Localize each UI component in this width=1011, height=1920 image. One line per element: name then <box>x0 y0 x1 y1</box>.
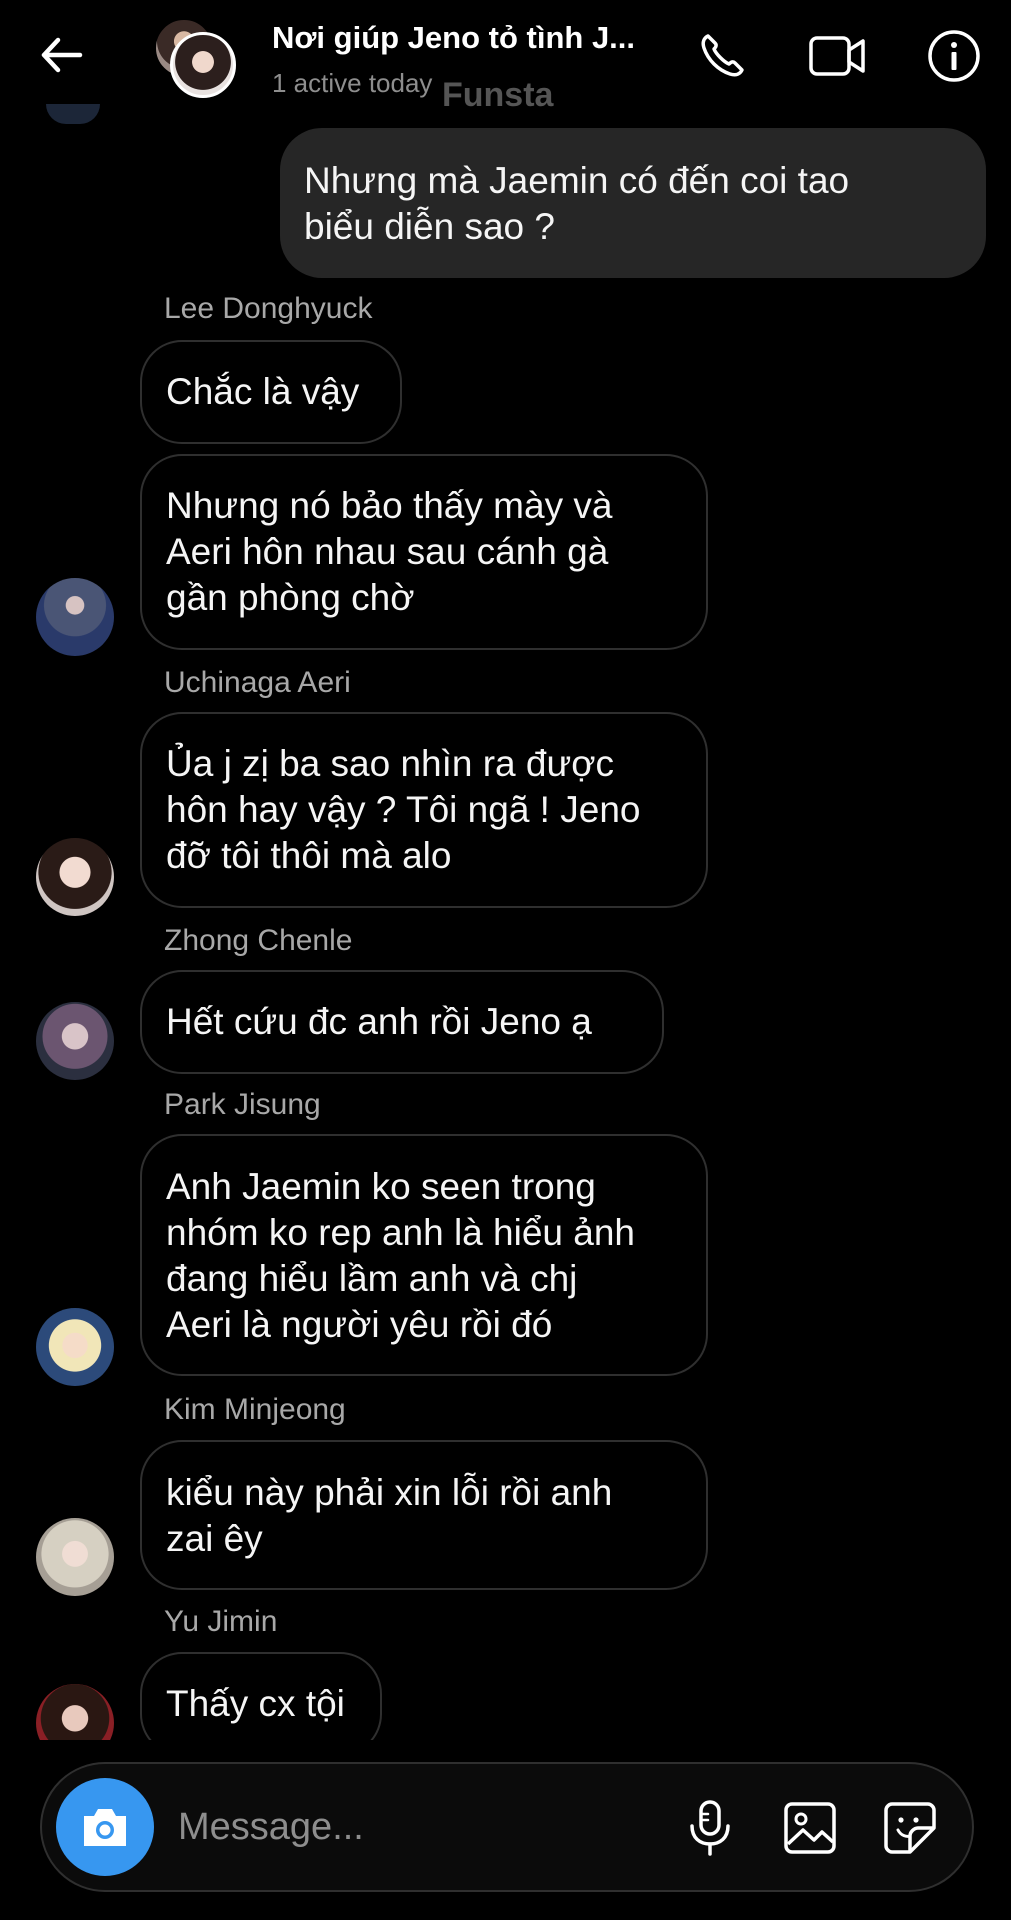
received-message[interactable]: Anh Jaemin ko seen trong nhóm ko rep anh… <box>140 1134 708 1376</box>
group-avatar-front <box>170 32 236 98</box>
microphone-icon <box>690 1800 730 1856</box>
avatar[interactable] <box>36 1518 114 1596</box>
message-line: Hết cứu đc anh rồi Jeno ạ <box>166 1001 592 1042</box>
sticker-button[interactable] <box>880 1798 940 1858</box>
info-icon <box>928 30 980 82</box>
avatar[interactable] <box>36 1308 114 1386</box>
gallery-button[interactable] <box>780 1798 840 1858</box>
message-line: Thấy cx tội <box>166 1683 345 1724</box>
call-button[interactable] <box>694 28 750 84</box>
sender-name: Kim Minjeong <box>164 1393 346 1426</box>
message-line: gần phòng chờ <box>166 577 415 618</box>
message-line: Nhưng nó bảo thấy mày và <box>166 485 613 526</box>
sticker-icon <box>884 1802 936 1854</box>
arrow-left-icon <box>41 37 83 73</box>
message-input[interactable] <box>176 1796 560 1858</box>
phone-icon <box>701 34 744 77</box>
avatar <box>46 104 100 124</box>
message-line: đỡ tôi thôi mà alo <box>166 835 452 876</box>
sender-name: Lee Donghyuck <box>164 292 373 325</box>
message-line: Anh Jaemin ko seen trong <box>166 1166 596 1207</box>
message-line: Aeri hôn nhau sau cánh gà <box>166 531 609 572</box>
received-message[interactable]: Chắc là vậy <box>140 340 402 444</box>
message-line: Chắc là vậy <box>166 371 360 412</box>
active-status: 1 active today <box>272 68 433 98</box>
chat-scroll-edge: Thấy cx tội <box>0 1600 1011 1740</box>
camera-icon <box>84 1809 126 1846</box>
chat-title[interactable]: Nơi giúp Jeno tỏ tình J... <box>272 20 672 56</box>
back-button[interactable] <box>36 30 86 80</box>
voice-message-button[interactable] <box>680 1798 740 1858</box>
message-line: Nhưng mà Jaemin có đến coi tao <box>304 160 850 201</box>
avatar[interactable] <box>36 578 114 656</box>
received-message[interactable]: Hết cứu đc anh rồi Jeno ạ <box>140 970 664 1074</box>
received-message[interactable]: Thấy cx tội <box>140 1652 382 1740</box>
message-line: đang hiểu lầm anh và chj <box>166 1258 578 1299</box>
group-avatar[interactable] <box>150 16 240 102</box>
sender-name: Zhong Chenle <box>164 924 353 957</box>
avatar[interactable] <box>36 838 114 916</box>
info-button[interactable] <box>926 28 982 84</box>
watermark: Funsta <box>442 76 554 114</box>
video-camera-icon <box>809 36 865 76</box>
camera-button[interactable] <box>56 1778 154 1876</box>
chat-header: Nơi giúp Jeno tỏ tình J... 1 active toda… <box>0 0 1011 114</box>
message-line: hôn hay vậy ? Tôi ngã ! Jeno <box>166 789 641 830</box>
sender-name: Uchinaga Aeri <box>164 666 351 699</box>
image-icon <box>784 1802 836 1854</box>
message-line: Aeri là người yêu rồi đó <box>166 1304 553 1345</box>
message-line: nhóm ko rep anh là hiểu ảnh <box>166 1212 636 1253</box>
avatar[interactable] <box>36 1684 114 1740</box>
sender-name: Park Jisung <box>164 1088 321 1121</box>
message-line: zai êy <box>166 1518 263 1559</box>
message-composer <box>40 1762 974 1892</box>
message-line: biểu diễn sao ? <box>304 206 555 247</box>
received-message[interactable]: Ủa j zị ba sao nhìn ra được hôn hay vậy … <box>140 712 708 908</box>
received-message[interactable]: Nhưng nó bảo thấy mày và Aeri hôn nhau s… <box>140 454 708 650</box>
video-call-button[interactable] <box>808 28 865 84</box>
sent-message[interactable]: Nhưng mà Jaemin có đến coi tao biểu diễn… <box>280 128 986 278</box>
message-line: kiểu này phải xin lỗi rồi anh <box>166 1472 613 1513</box>
received-message[interactable]: kiểu này phải xin lỗi rồi anh zai êy <box>140 1440 708 1590</box>
message-line: Ủa j zị ba sao nhìn ra được <box>166 743 615 784</box>
avatar[interactable] <box>36 1002 114 1080</box>
